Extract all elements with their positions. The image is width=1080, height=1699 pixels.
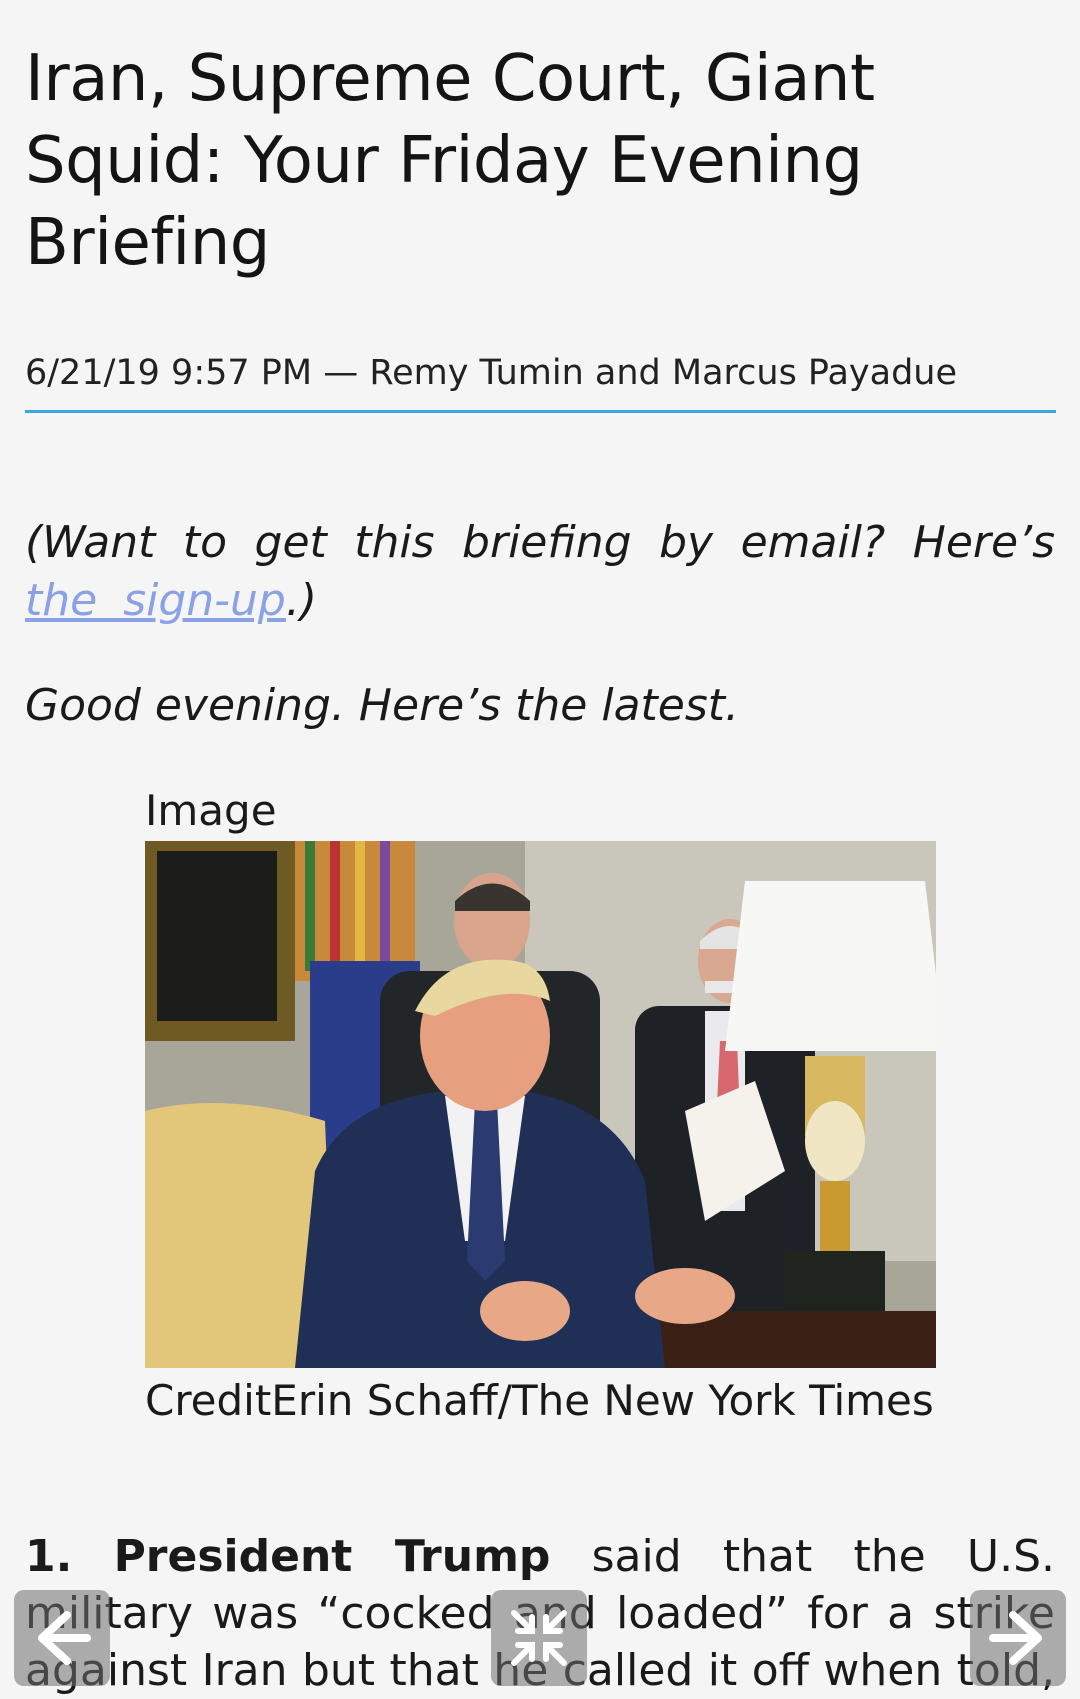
image-credit: CreditErin Schaff/The New York Times [145,1376,934,1425]
previous-button[interactable] [14,1590,110,1686]
greeting-text: Good evening. Here’s the latest. [25,680,740,731]
story-number: 1. [25,1531,73,1582]
article-photo [145,841,936,1368]
arrow-left-icon [38,1611,91,1665]
signup-link[interactable]: the sign-up [25,575,286,626]
signup-paragraph: (Want to get this briefing by email? Her… [25,514,1055,630]
arrow-right-icon [989,1611,1042,1665]
signup-prefix: (Want to get this briefing by email? Her… [25,517,1055,568]
article-figure: Image CreditErin Schaff/The New York Tim… [145,781,936,1430]
signup-suffix: .) [285,575,318,626]
article-byline: 6/21/19 9:57 PM — Remy Tumin and Marcus … [25,353,958,393]
collapse-button[interactable] [491,1590,587,1686]
story-lead: President Trump [113,1531,551,1582]
next-button[interactable] [970,1590,1066,1686]
byline-divider [25,410,1056,413]
collapse-icon [511,1610,567,1666]
article-title: Iran, Supreme Court, Giant Squid: Your F… [25,42,875,280]
image-label: Image [145,786,277,835]
